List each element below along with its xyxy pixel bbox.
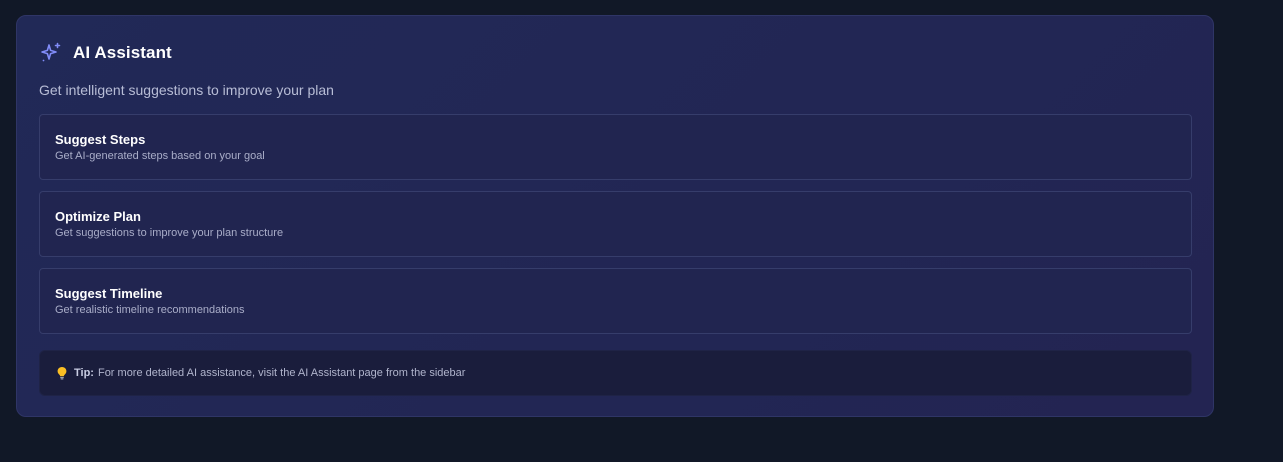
suggest-steps-button[interactable]: Suggest Steps Get AI-generated steps bas… (39, 114, 1192, 180)
option-description: Get AI-generated steps based on your goa… (55, 150, 265, 162)
sparkles-icon (39, 41, 63, 65)
option-title: Suggest Timeline (55, 286, 163, 301)
tip-label: Tip: (74, 367, 94, 379)
option-description: Get suggestions to improve your plan str… (55, 227, 284, 239)
tip-text: For more detailed AI assistance, visit t… (97, 367, 466, 379)
panel-title: AI Assistant (73, 43, 172, 62)
suggest-timeline-button[interactable]: Suggest Timeline Get realistic timeline … (39, 268, 1192, 334)
lightbulb-icon (56, 366, 68, 380)
panel-header: AI Assistant (39, 41, 172, 65)
panel-subtitle: Get intelligent suggestions to improve y… (39, 82, 334, 98)
ai-assistant-panel: AI Assistant Get intelligent suggestions… (16, 15, 1214, 417)
option-description: Get realistic timeline recommendations (55, 304, 245, 316)
tip-box: Tip: For more detailed AI assistance, vi… (39, 350, 1192, 396)
option-title: Optimize Plan (55, 209, 141, 224)
optimize-plan-button[interactable]: Optimize Plan Get suggestions to improve… (39, 191, 1192, 257)
option-title: Suggest Steps (55, 132, 146, 147)
